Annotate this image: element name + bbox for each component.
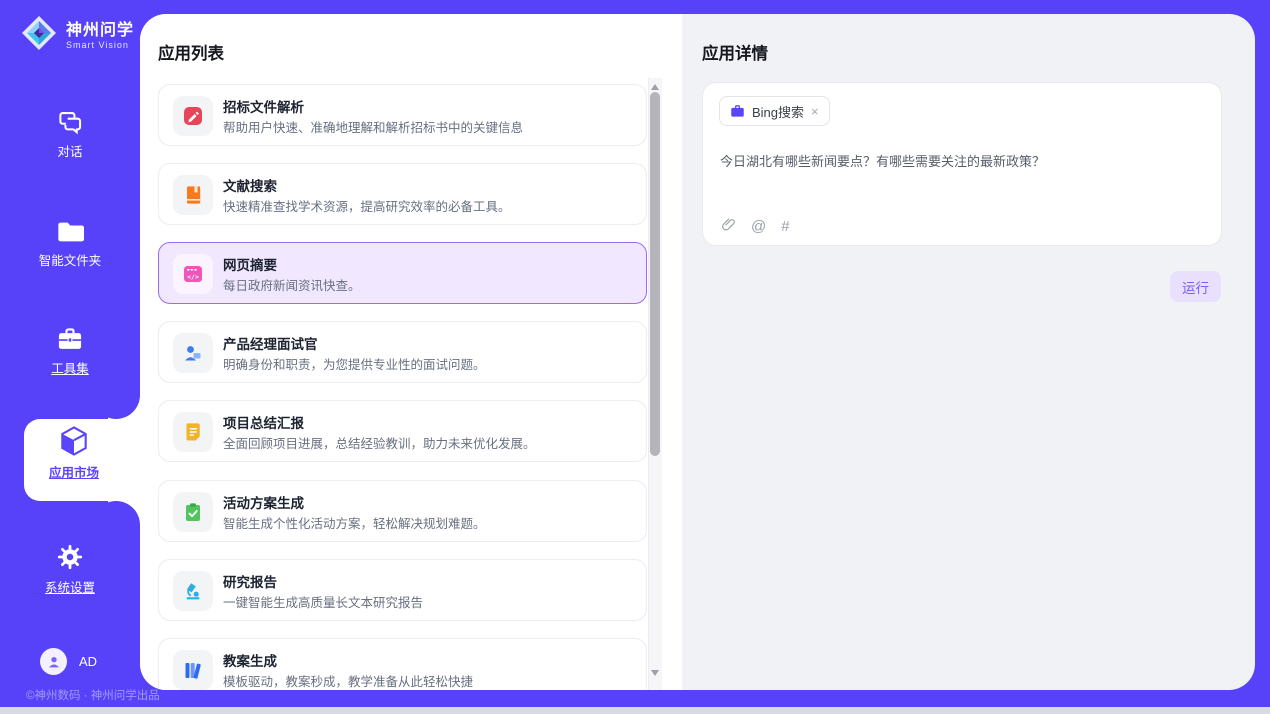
main-content: 应用列表 招标文件解析 帮助用户快速、准确地理解和解析招标书中的关键信息 文献搜… (140, 14, 1255, 690)
tool-chip-label: Bing搜索 (752, 102, 804, 121)
app-card-pm-interviewer[interactable]: 产品经理面试官 明确身份和职责，为您提供专业性的面试问题。 (158, 321, 647, 383)
prompt-input[interactable]: 今日湖北有哪些新闻要点？有哪些需要关注的最新政策？ (720, 151, 1200, 170)
prompt-card: Bing搜索 × 今日湖北有哪些新闻要点？有哪些需要关注的最新政策？ @ # (702, 82, 1222, 246)
folder-icon (56, 220, 84, 244)
books-icon (173, 650, 213, 690)
app-card-name: 教案生成 (223, 650, 277, 670)
app-card-name: 项目总结汇报 (223, 412, 304, 432)
sidebar-item-settings[interactable]: 系统设置 (0, 543, 140, 596)
app-card-bid-analysis[interactable]: 招标文件解析 帮助用户快速、准确地理解和解析招标书中的关键信息 (158, 84, 647, 146)
toolbox-icon (56, 326, 84, 352)
app-card-event-plan[interactable]: 活动方案生成 智能生成个性化活动方案，轻松解决规划难题。 (158, 480, 647, 542)
svg-text:</>: </> (187, 273, 199, 281)
app-card-name: 产品经理面试官 (223, 333, 318, 353)
gear-icon (56, 543, 84, 571)
tool-chip-bing-search[interactable]: Bing搜索 × (719, 96, 830, 126)
app-card-project-summary[interactable]: 项目总结汇报 全面回顾项目进展，总结经验教训，助力未来优化发展。 (158, 400, 647, 462)
sidebar-item-toolbox[interactable]: 工具集 (0, 326, 140, 377)
app-card-web-summary[interactable]: </> 网页摘要 每日政府新闻资讯快查。 (158, 242, 647, 304)
brand-name: 神州问学 (66, 16, 134, 40)
sidebar-item-label: 智能文件夹 (0, 250, 140, 269)
app-card-desc: 帮助用户快速、准确地理解和解析招标书中的关键信息 (223, 117, 523, 136)
app-card-literature-search[interactable]: 文献搜索 快速精准查找学术资源，提高研究效率的必备工具。 (158, 163, 647, 225)
app-card-name: 网页摘要 (223, 254, 277, 274)
app-card-desc: 快速精准查找学术资源，提高研究效率的必备工具。 (223, 196, 511, 215)
app-card-desc: 一键智能生成高质量长文本研究报告 (223, 592, 423, 611)
app-card-lesson-plan[interactable]: 教案生成 模板驱动，教案秒成，教学准备从此轻松快捷 (158, 638, 647, 690)
sidebar-item-chat[interactable]: 对话 (0, 108, 140, 160)
app-list-title: 应用列表 (158, 40, 224, 64)
app-card-desc: 智能生成个性化活动方案，轻松解决规划难题。 (223, 513, 486, 532)
sidebar-item-label: 应用市场 (24, 462, 124, 481)
active-tab-curve-bottom (92, 501, 140, 549)
app-detail-title: 应用详情 (702, 40, 768, 64)
window-bottom-strip (0, 707, 1270, 714)
app-card-name: 文献搜索 (223, 175, 277, 195)
user-initials: AD (79, 654, 97, 669)
mention-icon[interactable]: @ (751, 218, 766, 235)
app-card-research-report[interactable]: 研究报告 一键智能生成高质量长文本研究报告 (158, 559, 647, 621)
browser-code-icon: </> (173, 254, 213, 294)
cube-icon (59, 425, 89, 457)
user-profile[interactable]: AD (40, 648, 97, 675)
memo-icon (173, 412, 213, 452)
run-button[interactable]: 运行 (1170, 271, 1221, 302)
app-card-desc: 每日政府新闻资讯快查。 (223, 275, 361, 294)
document-pen-icon (173, 96, 213, 136)
app-card-name: 招标文件解析 (223, 96, 304, 116)
brand-diamond-icon (20, 14, 58, 52)
microscope-icon (173, 571, 213, 611)
clipboard-check-icon (173, 492, 213, 532)
sidebar-item-label: 系统设置 (0, 577, 140, 596)
input-toolbar: @ # (721, 216, 790, 236)
sidebar-item-app-market[interactable]: 应用市场 (24, 425, 124, 481)
avatar (40, 648, 67, 675)
brand-tagline: Smart Vision (66, 40, 134, 50)
scrollbar-thumb[interactable] (650, 92, 660, 456)
chip-close-icon[interactable]: × (811, 104, 819, 119)
app-list-panel: 应用列表 招标文件解析 帮助用户快速、准确地理解和解析招标书中的关键信息 文献搜… (140, 14, 682, 690)
chat-icon (57, 108, 84, 135)
copyright-footer: ©神州数码 · 神州问学出品 (26, 687, 160, 703)
sidebar-item-smart-folder[interactable]: 智能文件夹 (0, 220, 140, 269)
book-icon (173, 175, 213, 215)
topic-icon[interactable]: # (781, 218, 789, 235)
scrollbar-up-arrow[interactable] (651, 84, 659, 90)
attachment-icon[interactable] (721, 216, 736, 236)
app-card-name: 活动方案生成 (223, 492, 304, 512)
sidebar-item-label: 对话 (0, 141, 140, 160)
app-card-desc: 全面回顾项目进展，总结经验教训，助力未来优化发展。 (223, 433, 536, 452)
app-card-name: 研究报告 (223, 571, 277, 591)
person-icon (46, 654, 62, 670)
brand-logo: 神州问学 Smart Vision (20, 14, 134, 52)
active-tab-curve-top (92, 371, 140, 419)
briefcase-icon (730, 104, 745, 118)
app-card-desc: 模板驱动，教案秒成，教学准备从此轻松快捷 (223, 671, 473, 690)
app-card-desc: 明确身份和职责，为您提供专业性的面试问题。 (223, 354, 486, 373)
interviewer-icon (173, 333, 213, 373)
scrollbar-down-arrow[interactable] (651, 670, 659, 676)
